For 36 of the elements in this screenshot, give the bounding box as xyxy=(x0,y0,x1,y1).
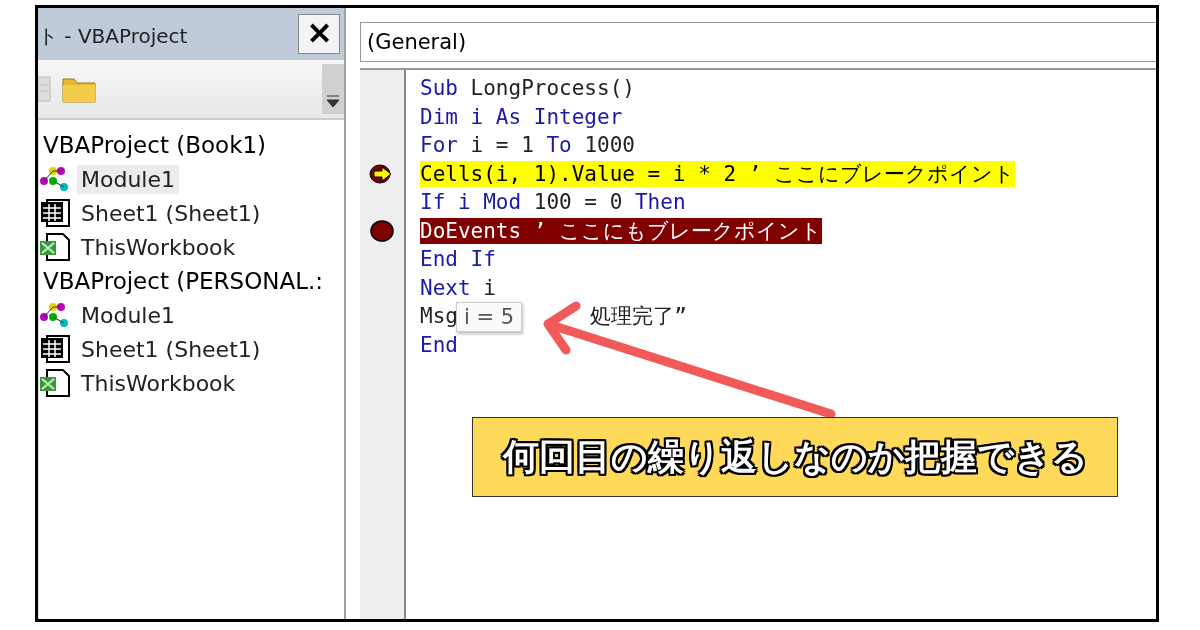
code-text: To xyxy=(546,133,572,157)
dropdown-value: (General) xyxy=(367,30,467,54)
tree-item[interactable]: Module1 xyxy=(77,300,179,330)
breakpoint-icon xyxy=(370,219,394,242)
code-text: Cells(i, 1).Value = i * 2 ’ ここにブレークポイント xyxy=(420,161,1015,186)
tree-item[interactable]: ThisWorkbook xyxy=(77,232,240,262)
tree-item[interactable]: Module1 xyxy=(77,164,179,194)
callout-text: 何回目の繰り返しなのか把握できる xyxy=(502,434,1088,479)
code-text: 1000 xyxy=(583,133,635,157)
code-text: LongProcess() xyxy=(469,76,635,100)
tree-item[interactable]: Sheet1 (Sheet1) xyxy=(77,334,265,364)
code-text: i = 1 xyxy=(469,133,535,157)
code-text: 100 = 0 xyxy=(532,190,624,214)
code-text: Sub xyxy=(420,76,458,100)
code-text: End If xyxy=(420,247,496,271)
object-dropdown[interactable]: (General) xyxy=(360,22,1156,62)
close-button[interactable]: ✕ xyxy=(298,14,340,54)
folder-icon[interactable] xyxy=(62,75,96,103)
tree-item[interactable]: Sheet1 (Sheet1) xyxy=(77,198,265,228)
code-text: If i Mod xyxy=(420,190,522,214)
code-text: Next xyxy=(420,275,471,300)
code-text: Msg xyxy=(420,304,458,328)
project-node[interactable]: VBAProject (Book1) xyxy=(39,128,344,162)
list-icon[interactable] xyxy=(38,74,52,104)
code-text: For xyxy=(420,133,458,157)
code-text: End xyxy=(420,332,458,357)
code-text: 処理完了” xyxy=(590,304,687,328)
tree-item[interactable]: ThisWorkbook xyxy=(77,368,240,398)
code-text: Dim i As Integer xyxy=(420,104,623,129)
code-text: DoEvents ’ ここにもブレークポイント xyxy=(420,218,823,243)
overflow-icon[interactable] xyxy=(322,64,344,114)
value-tooltip: i = 5 xyxy=(456,302,523,332)
project-node[interactable]: VBAProject (PERSONAL.: xyxy=(39,264,344,298)
panel-title: ト - VBAProject xyxy=(38,22,188,50)
code-text: Then xyxy=(634,190,686,214)
code-text: i xyxy=(482,275,496,300)
